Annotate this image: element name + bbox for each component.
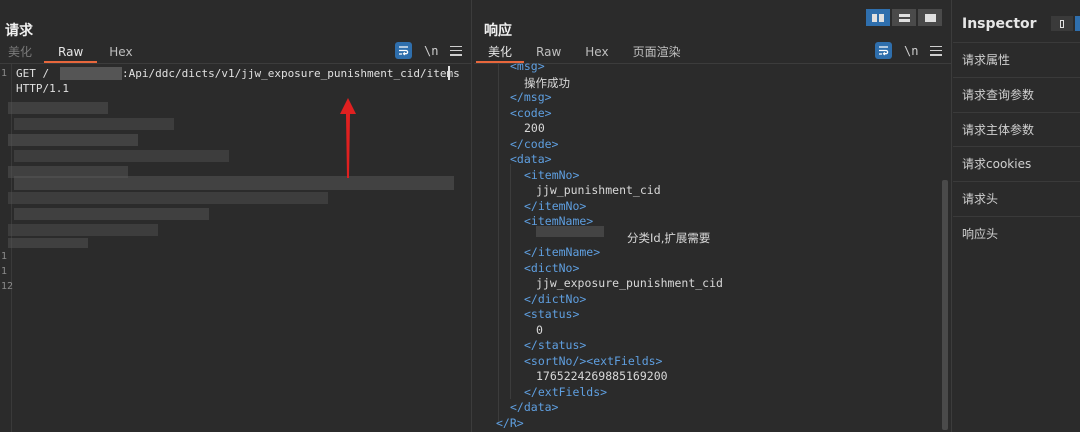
xml-tag: </extFields>	[524, 384, 608, 399]
request-tab-hex[interactable]: Hex	[97, 44, 144, 64]
xml-value: jjw_punishment_cid	[536, 183, 661, 197]
split-vertical-icon[interactable]	[892, 9, 916, 26]
request-method: GET /	[16, 67, 50, 80]
inspector-item[interactable]: 请求属性	[953, 42, 1080, 77]
xml-tag: </status>	[524, 338, 587, 352]
xml-tag: <dictNo>	[524, 260, 580, 275]
split-horizontal-icon[interactable]	[866, 9, 890, 26]
request-tabs: 美化 Raw Hex	[0, 44, 145, 64]
inspector-item[interactable]: 请求主体参数	[953, 111, 1080, 147]
panel-left-icon[interactable]	[1051, 16, 1073, 31]
inspector-item[interactable]: 响应头	[953, 216, 1080, 251]
single-view-icon[interactable]	[918, 9, 942, 26]
menu-icon[interactable]	[930, 45, 943, 56]
request-path: :Api/ddc/dicts/v1/jjw_exposure_punishmen…	[122, 67, 460, 80]
xml-tag: <data>	[510, 152, 552, 166]
redacted-header	[8, 134, 138, 146]
xml-tag: <status>	[524, 307, 580, 321]
response-tab-render[interactable]: 页面渲染	[621, 44, 693, 64]
response-pane: 响应 美化 Raw Hex 页面渲染 \n <msg> 操作成功 </msg> <co…	[474, 0, 952, 432]
xml-value: 操作成功	[524, 75, 570, 90]
xml-value: 0	[536, 322, 543, 337]
wrap-icon	[399, 46, 409, 56]
xml-value: jjw_exposure_punishment_cid	[536, 276, 723, 290]
line-number: 1	[1, 68, 8, 79]
inspector-layout-toggle[interactable]	[1049, 16, 1080, 31]
inspector-item[interactable]: 请求查询参数	[953, 76, 1080, 112]
word-wrap-button[interactable]	[875, 42, 892, 59]
redacted-header	[14, 176, 454, 190]
request-editor[interactable]: 1 1 1 12 GET / :Api/ddc/dicts/v1/jjw_exp…	[0, 64, 472, 432]
wrap-icon	[879, 46, 889, 56]
xml-tag: <code>	[510, 105, 552, 120]
xml-value: 200	[524, 121, 545, 135]
panel-right-icon[interactable]	[1075, 16, 1080, 31]
response-tabs: 美化 Raw Hex 页面渲染	[476, 44, 693, 64]
newline-toggle[interactable]: \n	[424, 44, 438, 58]
response-editor[interactable]: <msg> 操作成功 </msg> <code> 200 </code> <data> <it…	[474, 59, 944, 432]
redacted-header	[8, 192, 328, 204]
request-tab-raw[interactable]: Raw	[44, 44, 98, 64]
xml-tag: </itemNo>	[524, 198, 587, 213]
response-tools: \n	[875, 42, 943, 59]
redacted-header	[14, 208, 209, 220]
inspector-item[interactable]: 请求cookies	[953, 146, 1080, 181]
redacted-header	[8, 238, 88, 248]
request-pane: 请求 美化 Raw Hex \n 1 1 1 12 GET / :Api/ddc…	[0, 0, 472, 432]
request-tools: \n	[395, 42, 463, 59]
redacted-header	[8, 102, 108, 114]
inspector-title: Inspector	[962, 16, 1037, 32]
inspector-pane: Inspector 请求属性 请求查询参数 请求主体参数 请求cookies 请求头 响应…	[953, 0, 1080, 432]
xml-tag: </data>	[510, 400, 559, 414]
request-tab-beautify[interactable]: 美化	[0, 44, 44, 64]
redacted-header	[14, 150, 229, 162]
line-number: 12	[1, 281, 14, 292]
redacted-header	[8, 224, 158, 236]
request-title: 请求	[5, 23, 33, 39]
xml-tag: </dictNo>	[524, 291, 587, 306]
response-tab-hex[interactable]: Hex	[573, 44, 620, 64]
line-gutter	[0, 64, 12, 432]
text-caret	[448, 66, 450, 80]
menu-icon[interactable]	[450, 45, 463, 56]
word-wrap-button[interactable]	[395, 42, 412, 59]
xml-tag: <msg>	[510, 59, 545, 73]
line-number: 1	[1, 266, 8, 277]
xml-tag: </msg>	[510, 90, 552, 104]
response-title: 响应	[484, 23, 512, 39]
xml-tag: <itemNo>	[524, 167, 580, 182]
request-protocol: HTTP/1.1	[16, 82, 69, 95]
xml-value: 分类Id,扩展需要	[627, 230, 711, 245]
xml-tag: </itemName>	[524, 245, 601, 259]
layout-toggle[interactable]	[866, 9, 942, 26]
line-number: 1	[1, 251, 8, 262]
redacted-header	[14, 118, 174, 130]
newline-toggle[interactable]: \n	[904, 44, 918, 58]
response-scrollbar[interactable]	[942, 180, 948, 430]
xml-tag: </code>	[510, 136, 559, 151]
inspector-item[interactable]: 请求头	[953, 181, 1080, 216]
xml-tag: <sortNo/><extFields>	[524, 353, 663, 368]
xml-tag: </R>	[496, 415, 524, 430]
annotation-arrow	[340, 98, 356, 178]
xml-value: 1765224269885169200	[536, 369, 668, 383]
redacted-host	[60, 67, 122, 80]
redacted-value	[536, 226, 604, 237]
